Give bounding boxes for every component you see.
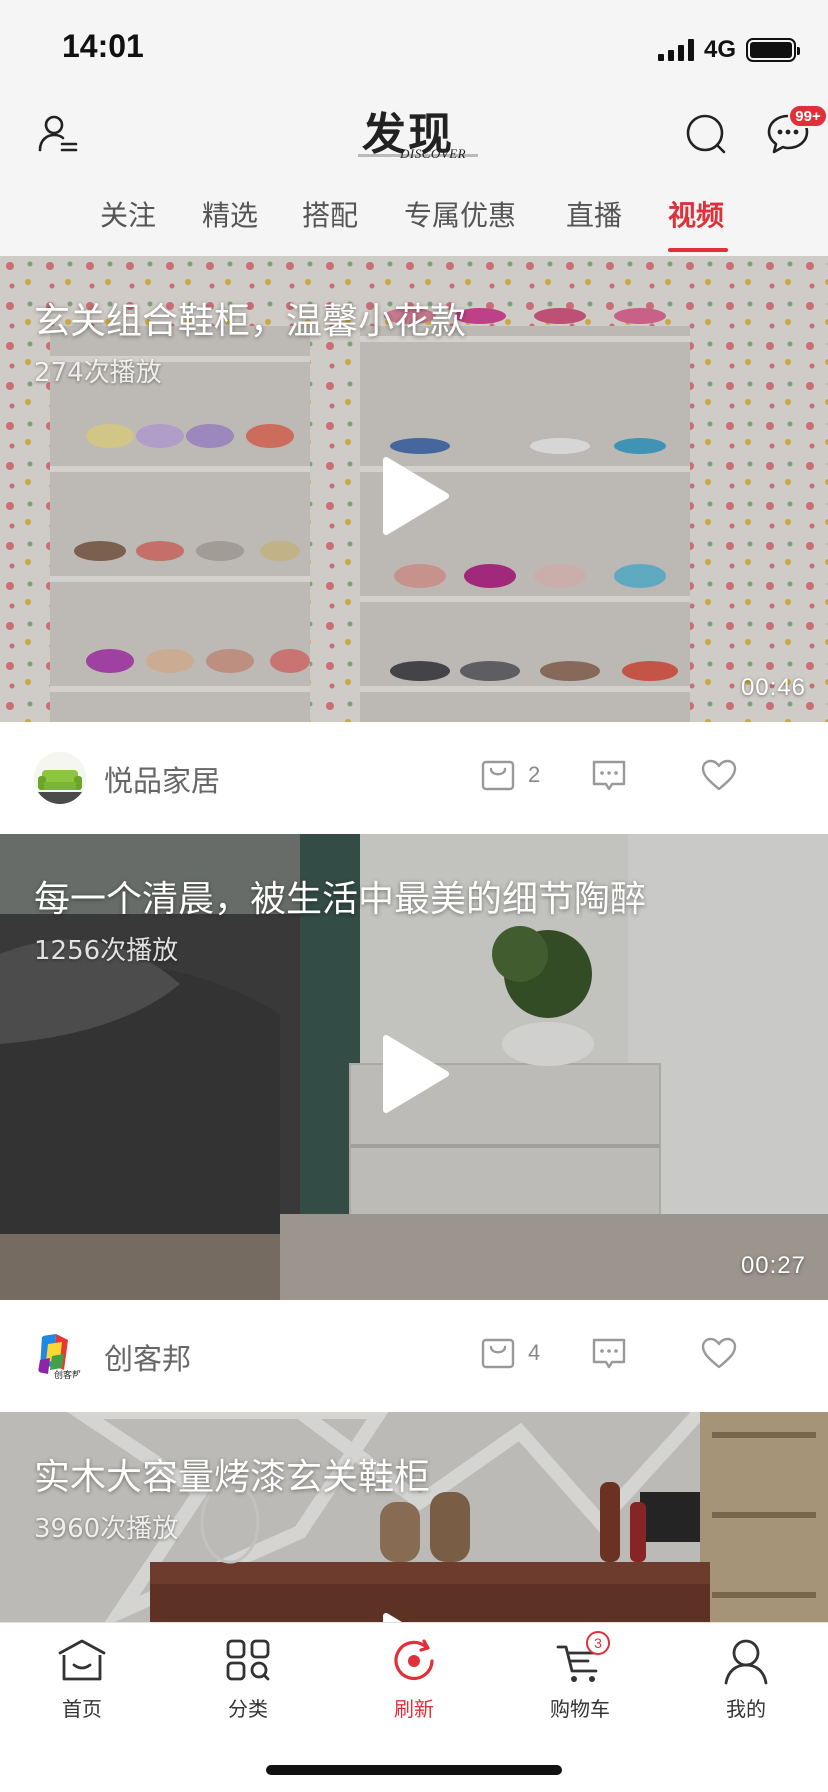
- home-indicator[interactable]: [266, 1765, 562, 1775]
- comment-button[interactable]: [590, 1336, 628, 1370]
- author-avatar[interactable]: 创客帮: [34, 1330, 86, 1382]
- nav-refresh[interactable]: 刷新: [354, 1635, 474, 1731]
- tab-matching[interactable]: 搭配: [302, 190, 358, 254]
- status-bar: 14:01 4G: [0, 0, 828, 96]
- video-duration: 00:27: [740, 1252, 806, 1279]
- author-avatar[interactable]: [34, 752, 86, 804]
- video-title: 玄关组合鞋柜，温馨小花款: [34, 301, 467, 342]
- svg-text:创客帮: 创客帮: [54, 1369, 81, 1381]
- video-thumbnail[interactable]: 实木大容量烤漆玄关鞋柜 3960次播放: [0, 1412, 828, 1622]
- chuangkebang-logo-icon: 创客帮: [38, 1334, 81, 1381]
- refresh-icon: [394, 1639, 434, 1681]
- like-button[interactable]: [700, 758, 738, 792]
- comment-icon: [592, 760, 626, 791]
- play-icon[interactable]: [380, 1612, 450, 1622]
- battery-icon: [746, 38, 800, 62]
- user-list-icon: [38, 115, 78, 152]
- home-icon: [58, 1639, 106, 1681]
- nav-profile-label: 我的: [726, 1697, 766, 1721]
- play-count: 274次播放: [34, 358, 162, 388]
- product-count: 4: [528, 1340, 541, 1365]
- nav-cart[interactable]: 3 购物车: [520, 1631, 640, 1731]
- nav-refresh-label: 刷新: [394, 1697, 434, 1721]
- author-name[interactable]: 创客邦: [104, 1336, 191, 1378]
- shopping-bag-icon: [481, 760, 515, 791]
- cart-badge: 3: [586, 1631, 610, 1655]
- active-tab-indicator: [668, 248, 728, 252]
- profile-icon: [724, 1639, 768, 1685]
- comment-icon: [592, 1338, 626, 1369]
- products-button[interactable]: 2: [480, 758, 540, 792]
- nav-profile[interactable]: 我的: [686, 1635, 806, 1731]
- play-icon[interactable]: [380, 456, 450, 536]
- play-icon[interactable]: [380, 1034, 450, 1114]
- heart-icon: [701, 759, 737, 791]
- nav-home-label: 首页: [62, 1697, 102, 1721]
- tab-live[interactable]: 直播: [566, 190, 622, 254]
- discover-logo: 发现 DISCOVER: [358, 96, 478, 166]
- tab-featured[interactable]: 精选: [202, 190, 258, 254]
- video-feed[interactable]: 玄关组合鞋柜，温馨小花款 274次播放 00:46 悦品家居 2 每一个清晨，被…: [0, 256, 828, 1622]
- tab-video[interactable]: 视频: [668, 190, 724, 254]
- comment-button[interactable]: [590, 758, 628, 792]
- video-title: 每一个清晨，被生活中最美的细节陶醉: [34, 879, 647, 920]
- tab-follow[interactable]: 关注: [100, 190, 156, 254]
- heart-icon: [701, 1337, 737, 1369]
- signal-icon: [657, 39, 694, 61]
- video-duration: 00:46: [740, 674, 806, 701]
- nav-cart-label: 购物车: [550, 1697, 610, 1721]
- search-icon: [686, 114, 726, 154]
- nav-category[interactable]: 分类: [188, 1635, 308, 1731]
- status-indicators: 4G: [657, 36, 800, 64]
- status-time: 14:01: [62, 28, 144, 64]
- play-count: 3960次播放: [34, 1514, 179, 1544]
- user-menu-button[interactable]: [32, 108, 84, 160]
- message-count-badge: 99+: [788, 104, 828, 128]
- video-card-footer: 创客帮 创客邦 4: [0, 1300, 828, 1412]
- video-thumbnail[interactable]: 玄关组合鞋柜，温馨小花款 274次播放 00:46: [0, 256, 828, 722]
- network-label: 4G: [703, 36, 736, 63]
- video-thumbnail[interactable]: 每一个清晨，被生活中最美的细节陶醉 1256次播放 00:27: [0, 834, 828, 1300]
- category-icon: [226, 1639, 270, 1681]
- nav-home[interactable]: 首页: [22, 1635, 142, 1731]
- category-tabs: 关注 精选 搭配 专属优惠 直播 视频: [0, 190, 828, 254]
- like-button[interactable]: [700, 1336, 738, 1370]
- author-name[interactable]: 悦品家居: [104, 758, 220, 800]
- sofa-logo-icon: [34, 752, 86, 804]
- product-count: 2: [528, 762, 541, 787]
- products-button[interactable]: 4: [480, 1336, 540, 1370]
- video-title: 实木大容量烤漆玄关鞋柜: [34, 1457, 431, 1498]
- logo-subtitle: DISCOVER: [400, 146, 467, 161]
- video-card-footer: 悦品家居 2: [0, 722, 828, 834]
- header: 发现 DISCOVER: [0, 96, 828, 196]
- play-count: 1256次播放: [34, 936, 179, 966]
- bottom-tab-bar: 首页 分类 刷新 3 购物车 我的: [0, 1622, 828, 1792]
- nav-category-label: 分类: [228, 1697, 268, 1721]
- tab-exclusive-offers[interactable]: 专属优惠: [404, 190, 516, 254]
- shopping-bag-icon: [481, 1338, 515, 1369]
- search-button[interactable]: [680, 108, 732, 160]
